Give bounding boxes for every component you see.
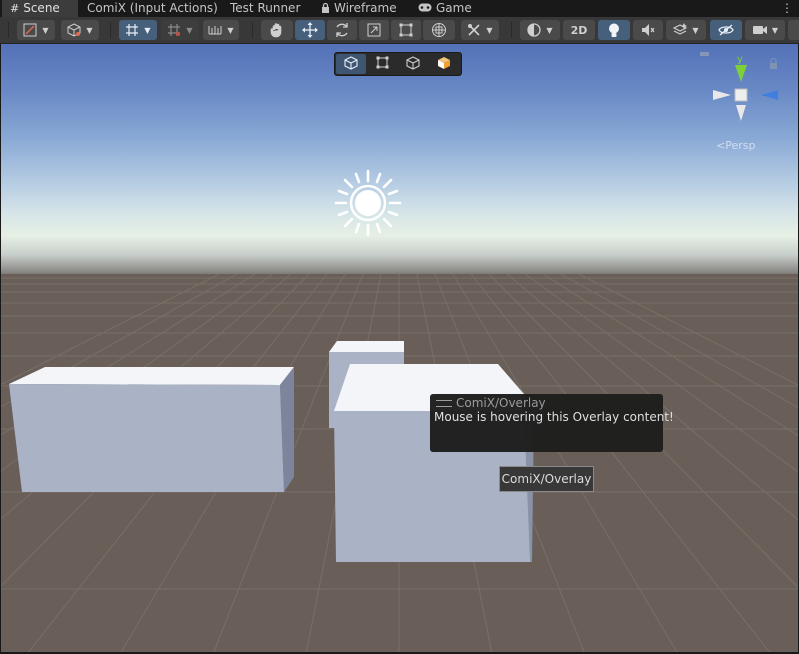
lock-icon bbox=[321, 0, 330, 17]
gizmo-axis-neg-y[interactable] bbox=[736, 105, 746, 121]
chevron-down-icon: ▼ bbox=[42, 25, 49, 35]
shading-cube-icon bbox=[67, 23, 81, 37]
tab-wireframe[interactable]: Wireframe bbox=[321, 0, 397, 17]
tab-menu-button[interactable]: ⋮ bbox=[781, 0, 793, 17]
chevron-down-icon: ▼ bbox=[771, 25, 779, 35]
transform-tool-icon bbox=[431, 22, 447, 38]
tab-label: ComiX (Input Actions) bbox=[87, 1, 218, 15]
overlay-button-2[interactable] bbox=[367, 54, 397, 74]
overlay-title: ComiX/Overlay bbox=[456, 396, 546, 410]
move-tool-button[interactable] bbox=[295, 20, 325, 40]
visibility-toggle[interactable] bbox=[710, 20, 742, 40]
chevron-down-icon: ▼ bbox=[227, 25, 234, 35]
gizmo-axis-y[interactable] bbox=[735, 65, 747, 82]
gizmo-lock-icon[interactable] bbox=[770, 58, 777, 70]
ruler-dropdown[interactable]: ▼ bbox=[203, 20, 239, 40]
camera-dropdown[interactable]: ▼ bbox=[745, 20, 785, 40]
drag-handle-icon[interactable] bbox=[436, 400, 452, 407]
tab-label: Scene bbox=[23, 1, 60, 15]
chevron-down-icon: ▼ bbox=[144, 25, 151, 35]
directional-light-icon[interactable] bbox=[333, 168, 403, 241]
rotate-tool-icon bbox=[334, 22, 350, 38]
custom-tool-dropdown[interactable]: ▼ bbox=[461, 20, 499, 40]
chevron-down-icon: ▼ bbox=[86, 25, 93, 35]
gizmo-axis-neg-x[interactable] bbox=[713, 90, 731, 100]
overlay-header[interactable]: ComiX/Overlay bbox=[436, 396, 546, 410]
cube-orange-icon bbox=[437, 56, 451, 73]
ruler-icon bbox=[208, 23, 222, 37]
mode-2d-label: 2D bbox=[570, 23, 588, 37]
draw-mode-dropdown[interactable]: ▼ bbox=[17, 20, 55, 40]
custom-tool-icon bbox=[467, 23, 481, 37]
grid-icon: # bbox=[10, 2, 20, 15]
comix-overlay-panel[interactable]: ComiX/Overlay Mouse is hovering this Ove… bbox=[430, 394, 674, 452]
rect-icon bbox=[376, 56, 389, 72]
scene-toolbar: ▼ ▼ ▼ ▼ ▼ ▼ ▼ 2D ▼ ▼ bbox=[0, 17, 799, 44]
overlay-tooltip: ComiX/Overlay bbox=[499, 466, 594, 492]
persp-glyph: < bbox=[716, 139, 726, 152]
rotate-tool-button[interactable] bbox=[327, 20, 357, 40]
overlay-button-4[interactable] bbox=[429, 54, 459, 74]
gamepad-icon bbox=[418, 0, 432, 17]
toolbar-separator bbox=[252, 22, 253, 38]
gizmos-dropdown[interactable] bbox=[788, 20, 799, 40]
render-mode-dropdown[interactable]: ▼ bbox=[520, 20, 560, 40]
increment-snap-icon bbox=[167, 23, 181, 37]
rect-tool-button[interactable] bbox=[391, 20, 421, 40]
tab-game[interactable]: Game bbox=[418, 0, 472, 17]
chevron-down-icon: ▼ bbox=[486, 25, 493, 35]
gizmo-center-cube[interactable] bbox=[734, 88, 748, 102]
tab-label: Wireframe bbox=[334, 1, 397, 15]
gizmo-y-label: y bbox=[737, 54, 743, 65]
move-tool-icon bbox=[302, 22, 318, 38]
effects-icon bbox=[673, 23, 688, 37]
tab-label: Test Runner bbox=[230, 1, 301, 15]
increment-snap-dropdown[interactable]: ▼ bbox=[161, 20, 199, 40]
chevron-down-icon: ▼ bbox=[692, 25, 699, 35]
scene-viewport[interactable] bbox=[1, 44, 798, 652]
cube-left[interactable] bbox=[9, 367, 294, 492]
grid-snap-toggle[interactable]: ▼ bbox=[119, 20, 157, 40]
effects-dropdown[interactable]: ▼ bbox=[666, 20, 706, 40]
scene-objects[interactable] bbox=[1, 44, 798, 652]
render-mode-icon bbox=[527, 23, 542, 37]
scale-tool-icon bbox=[367, 23, 381, 37]
audio-mute-icon bbox=[641, 23, 655, 37]
projection-toggle[interactable]: <Persp bbox=[716, 139, 755, 152]
orientation-gizmo[interactable]: y bbox=[693, 49, 785, 132]
audio-toggle[interactable] bbox=[633, 20, 663, 40]
transform-tool-button[interactable] bbox=[423, 20, 455, 40]
toolbar-grip bbox=[8, 22, 9, 38]
shading-dropdown[interactable]: ▼ bbox=[61, 20, 99, 40]
overlay-toolbar bbox=[334, 52, 462, 76]
tab-label: Game bbox=[436, 1, 472, 15]
toolbar-separator bbox=[511, 22, 512, 38]
grid-snap-icon bbox=[125, 23, 139, 37]
overlay-button-3[interactable] bbox=[398, 54, 428, 74]
overlay-content: Mouse is hovering this Overlay content! bbox=[434, 410, 674, 424]
lighting-toggle[interactable] bbox=[598, 20, 630, 40]
cube-outline-icon bbox=[406, 55, 420, 73]
chevron-down-icon: ▼ bbox=[546, 25, 553, 35]
chevron-down-icon: ▼ bbox=[186, 25, 193, 35]
tab-bar: # Scene ComiX (Input Actions) Test Runner… bbox=[0, 0, 799, 17]
tab-comix-input-actions[interactable]: ComiX (Input Actions) bbox=[87, 0, 218, 17]
visibility-icon bbox=[718, 24, 734, 36]
scale-tool-button[interactable] bbox=[359, 20, 389, 40]
hand-tool-button[interactable] bbox=[261, 20, 293, 40]
rect-tool-icon bbox=[399, 23, 413, 37]
tab-test-runner[interactable]: Test Runner bbox=[230, 0, 300, 17]
tab-scene[interactable]: # Scene bbox=[2, 0, 78, 17]
toolbar-separator bbox=[110, 22, 111, 38]
persp-label: Persp bbox=[725, 139, 756, 152]
overlay-button-1[interactable] bbox=[336, 54, 366, 74]
draw-mode-icon bbox=[23, 23, 37, 37]
cube-icon bbox=[344, 55, 358, 73]
camera-icon bbox=[752, 24, 768, 36]
mode-2d-toggle[interactable]: 2D bbox=[563, 20, 595, 40]
hand-tool-icon bbox=[270, 22, 284, 38]
lighting-icon bbox=[608, 23, 620, 38]
